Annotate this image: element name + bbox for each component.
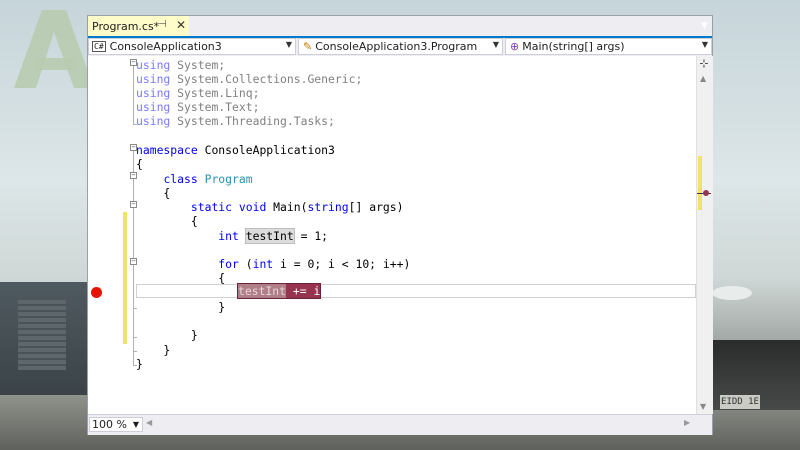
project-dropdown-label: ConsoleApplication3	[109, 40, 222, 53]
breakpoint-statement-rest: += i;	[286, 284, 328, 298]
scroll-up-icon[interactable]: ▲	[700, 74, 706, 83]
csharp-project-icon: C#	[92, 41, 106, 52]
scroll-left-icon[interactable]: ◀	[146, 418, 152, 427]
vertical-scrollbar[interactable]	[696, 56, 713, 414]
zoom-dropdown[interactable]: 100 % ▼	[89, 417, 143, 432]
code-line: {	[136, 186, 171, 200]
scroll-down-icon[interactable]: ▼	[700, 402, 706, 411]
chevron-down-icon: ▼	[285, 40, 292, 49]
method-icon: ⊕	[510, 40, 520, 53]
code-line: {	[136, 157, 143, 171]
breakpoint-icon[interactable]	[91, 287, 102, 298]
background-hangar-door	[18, 300, 66, 370]
code-line: {	[136, 214, 198, 228]
code-line: using System.Collections.Generic;	[136, 72, 363, 86]
project-dropdown[interactable]: C# ConsoleApplication3 ▼	[88, 38, 296, 55]
code-line: for (int i = 0; i < 10; i++)	[218, 257, 411, 271]
window-menu-icon[interactable]: ▼	[701, 21, 708, 31]
code-line: using System.Threading.Tasks;	[136, 114, 335, 128]
document-tab-title: Program.cs*	[92, 19, 160, 33]
code-line: static void Main(string[] args)	[190, 200, 404, 214]
scrollbar-breakpoint-marker	[703, 190, 709, 196]
code-editor[interactable]: − − − − − using System; using System.Col…	[88, 56, 696, 414]
code-line: {	[136, 271, 226, 285]
code-line: }	[136, 343, 171, 357]
class-dropdown[interactable]: ✎ ConsoleApplication3.Program ▼	[298, 38, 503, 55]
code-line: }	[136, 357, 143, 371]
background-vehicle-plate: EIDD 1E	[720, 395, 760, 409]
code-line: }	[136, 300, 226, 314]
member-dropdown-label: Main(string[] args)	[522, 40, 625, 53]
scroll-right-icon[interactable]: ▶	[684, 418, 690, 427]
code-line: class Program	[163, 172, 253, 186]
pin-icon[interactable]: ⊣	[158, 19, 167, 30]
code-line: using System.Linq;	[136, 86, 260, 100]
close-icon[interactable]: ✕	[176, 18, 186, 32]
chevron-down-icon: ▼	[492, 40, 499, 49]
navigation-bar: C# ConsoleApplication3 ▼ ✎ ConsoleApplic…	[88, 38, 712, 57]
document-tab-bar: Program.cs* ⊣ ✕ ▼	[88, 16, 712, 38]
breakpoint-variable: testInt	[238, 284, 287, 298]
scrollbar-change-marker	[698, 156, 702, 210]
editor-margin[interactable]	[88, 56, 128, 414]
background-airplane	[712, 286, 752, 300]
change-indicator-bar	[123, 212, 127, 344]
class-dropdown-label: ConsoleApplication3.Program	[315, 40, 478, 53]
chevron-down-icon: ▼	[701, 40, 708, 49]
member-dropdown[interactable]: ⊕ Main(string[] args) ▼	[505, 38, 712, 55]
code-line: using System;	[136, 58, 226, 72]
code-line: }	[136, 328, 198, 342]
code-line: namespace ConsoleApplication3	[136, 143, 335, 157]
chevron-down-icon: ▼	[132, 420, 139, 429]
code-editor-window: Program.cs* ⊣ ✕ ▼ C# ConsoleApplication3…	[88, 16, 713, 435]
class-icon: ✎	[303, 40, 313, 53]
document-tab[interactable]: Program.cs* ⊣ ✕	[88, 16, 189, 36]
code-text[interactable]: using System; using System.Collections.G…	[136, 56, 696, 414]
code-line: using System.Text;	[136, 100, 260, 114]
code-line: int testInt = 1;	[218, 228, 329, 244]
editor-bottom-bar: 100 % ▼ ◀ ▶	[88, 414, 712, 435]
fold-guide	[133, 66, 134, 124]
split-window-icon[interactable]: ⊹	[698, 58, 710, 70]
breakpoint-line-highlight[interactable]: testInt += i;	[237, 283, 327, 299]
background-logo	[14, 10, 94, 88]
zoom-level: 100 %	[92, 418, 127, 431]
